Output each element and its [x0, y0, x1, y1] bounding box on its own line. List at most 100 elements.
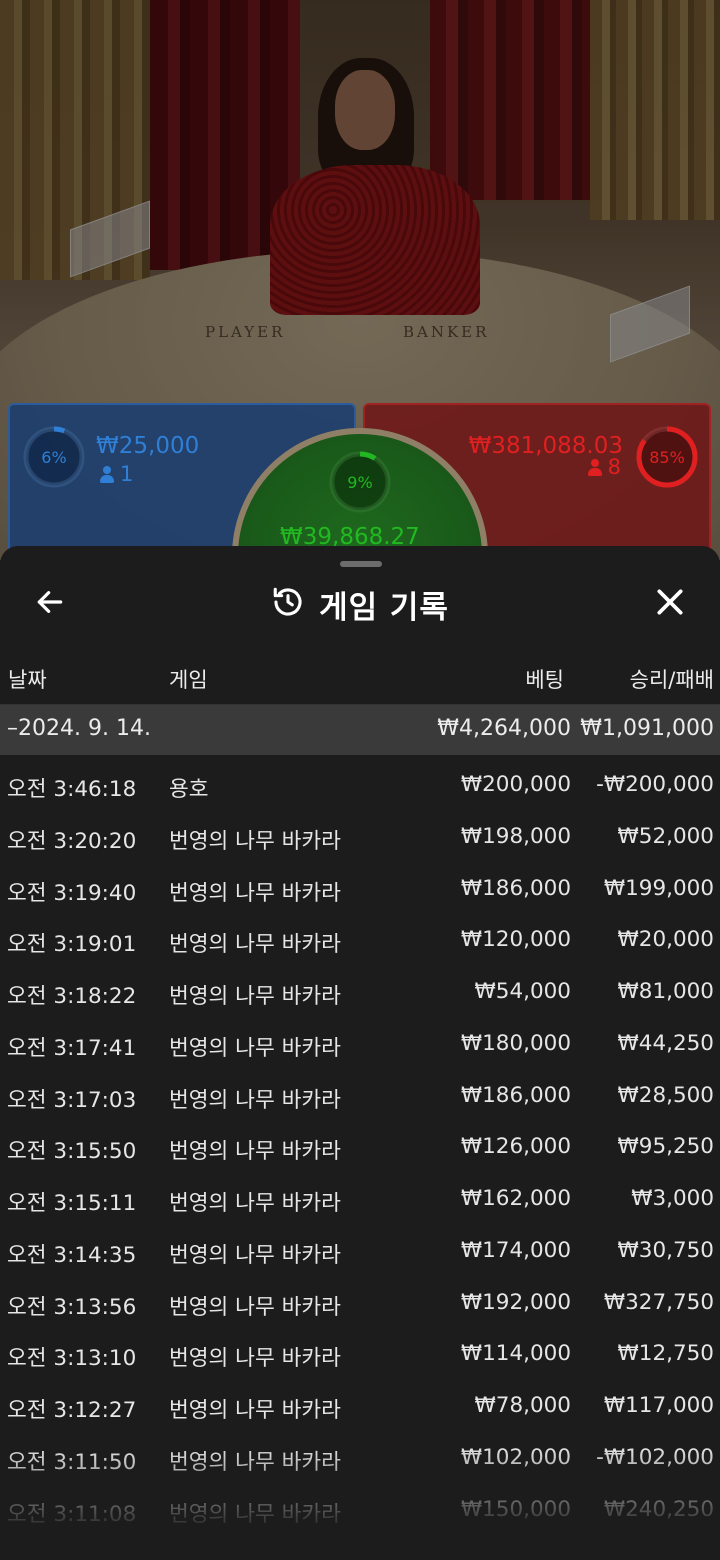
history-row[interactable]: 오전 3:19:40 번영의 나무 바카라 ₩186,000 ₩199,000 [0, 864, 720, 916]
person-icon [587, 458, 602, 476]
history-row[interactable]: 오전 3:18:22 번영의 나무 바카라 ₩54,000 ₩81,000 [0, 967, 720, 1019]
close-icon [654, 586, 686, 622]
tie-percent: 9% [347, 472, 373, 492]
banker-player-count: 8 [587, 455, 621, 479]
row-game: 번영의 나무 바카라 [169, 828, 341, 854]
history-row[interactable]: 오전 3:14:35 번영의 나무 바카라 ₩174,000 ₩30,750 [0, 1226, 720, 1278]
row-bet: ₩198,000 [460, 823, 571, 849]
row-result: ₩81,000 [617, 979, 715, 1004]
sheet-header: 게임 기록 [0, 580, 720, 628]
row-result: -₩102,000 [596, 1444, 714, 1470]
player-percent: 6% [41, 447, 67, 467]
row-game: 번영의 나무 바카라 [169, 1294, 341, 1320]
row-bet: ₩174,000 [460, 1237, 571, 1263]
back-button[interactable] [26, 580, 74, 628]
row-time: 오전 3:12:27 [7, 1398, 137, 1423]
row-time: 오전 3:14:35 [7, 1242, 137, 1268]
banker-percent-ring: 85% [635, 425, 699, 489]
game-history-sheet: 게임 기록 날짜 게임 베팅 승리/패배 –2024. 9. 14. ₩4,26… [0, 546, 720, 1560]
row-bet: ₩180,000 [460, 1030, 571, 1056]
row-bet: ₩150,000 [460, 1496, 571, 1522]
date-group-row[interactable]: –2024. 9. 14. ₩4,264,000 ₩1,091,000 [0, 705, 720, 755]
row-bet: ₩102,000 [460, 1444, 571, 1470]
close-button[interactable] [646, 580, 694, 628]
row-game: 번영의 나무 바카라 [169, 932, 341, 958]
row-result: -₩200,000 [596, 772, 714, 797]
sheet-title: 게임 기록 [319, 589, 449, 626]
row-time: 오전 3:13:56 [7, 1294, 137, 1320]
column-header-result: 승리/패배 [629, 668, 714, 692]
history-row[interactable]: 오전 3:13:10 번영의 나무 바카라 ₩114,000 ₩12,750 [0, 1329, 720, 1381]
history-row[interactable]: 오전 3:17:03 번영의 나무 바카라 ₩186,000 ₩28,500 [0, 1071, 720, 1123]
row-game: 번영의 나무 바카라 [169, 1398, 341, 1423]
row-game: 번영의 나무 바카라 [169, 1035, 341, 1061]
row-game: 번영의 나무 바카라 [169, 1191, 341, 1216]
row-time: 오전 3:11:50 [7, 1449, 137, 1475]
row-bet: ₩186,000 [460, 1082, 571, 1108]
column-header-bet: 베팅 [525, 668, 564, 692]
row-time: 오전 3:11:08 [7, 1501, 137, 1527]
row-result: ₩20,000 [617, 927, 715, 953]
row-result: ₩95,250 [617, 1134, 715, 1160]
history-row[interactable]: 오전 3:15:50 번영의 나무 바카라 ₩126,000 ₩95,250 [0, 1122, 720, 1174]
history-row[interactable]: 오전 3:20:20 번영의 나무 바카라 ₩198,000 ₩52,000 [0, 812, 720, 864]
row-result: ₩199,000 [603, 875, 714, 901]
row-result: ₩52,000 [617, 823, 715, 849]
drag-handle[interactable] [340, 561, 382, 567]
row-bet: ₩192,000 [460, 1289, 571, 1315]
row-result: ₩28,500 [617, 1082, 715, 1108]
row-time: 오전 3:15:11 [7, 1191, 137, 1216]
row-time: 오전 3:17:03 [7, 1087, 137, 1113]
row-game: 번영의 나무 바카라 [169, 1242, 341, 1268]
row-game: 번영의 나무 바카라 [169, 1501, 341, 1527]
row-bet: ₩126,000 [460, 1134, 571, 1160]
row-bet: ₩78,000 [474, 1393, 572, 1418]
banker-count-value: 8 [607, 455, 621, 479]
history-row[interactable]: 오전 3:15:11 번영의 나무 바카라 ₩162,000 ₩3,000 [0, 1174, 720, 1226]
row-result: ₩327,750 [603, 1289, 714, 1315]
date-group-label: –2024. 9. 14. [7, 716, 151, 741]
row-time: 오전 3:19:01 [7, 932, 137, 958]
row-result: ₩240,250 [603, 1496, 714, 1522]
row-result: ₩44,250 [617, 1030, 715, 1056]
tie-percent-ring: 9% [328, 450, 392, 514]
banker-percent: 85% [649, 447, 685, 467]
column-header-game: 게임 [169, 668, 208, 692]
history-row[interactable]: 오전 3:11:08 번영의 나무 바카라 ₩150,000 ₩240,250 [0, 1485, 720, 1537]
history-row[interactable]: 오전 3:12:27 번영의 나무 바카라 ₩78,000 ₩117,000 [0, 1381, 720, 1433]
row-bet: ₩120,000 [460, 927, 571, 953]
row-bet: ₩114,000 [460, 1341, 571, 1367]
row-game: 번영의 나무 바카라 [169, 1087, 341, 1113]
arrow-left-icon [34, 586, 66, 622]
player-bet-amount: ₩25,000 [96, 433, 200, 459]
row-game: 번영의 나무 바카라 [169, 984, 341, 1009]
player-percent-ring: 6% [22, 425, 86, 489]
row-game: 번영의 나무 바카라 [169, 1139, 341, 1165]
row-game: 번영의 나무 바카라 [169, 1449, 341, 1475]
row-result: ₩12,750 [617, 1341, 715, 1367]
history-row[interactable]: 오전 3:17:41 번영의 나무 바카라 ₩180,000 ₩44,250 [0, 1019, 720, 1071]
history-row[interactable]: 오전 3:11:50 번영의 나무 바카라 ₩102,000 -₩102,000 [0, 1433, 720, 1485]
history-row[interactable]: 오전 3:19:01 번영의 나무 바카라 ₩120,000 ₩20,000 [0, 915, 720, 967]
row-time: 오전 3:46:18 [7, 777, 137, 802]
date-group-bet-total: ₩4,264,000 [437, 716, 571, 741]
row-time: 오전 3:18:22 [7, 984, 137, 1009]
row-time: 오전 3:20:20 [7, 828, 137, 854]
row-time: 오전 3:17:41 [7, 1035, 137, 1061]
row-game: 번영의 나무 바카라 [169, 880, 341, 906]
person-icon [100, 465, 114, 483]
row-time: 오전 3:19:40 [7, 880, 137, 906]
row-result: ₩3,000 [631, 1186, 714, 1211]
player-count-value: 1 [120, 462, 134, 486]
row-bet: ₩54,000 [474, 979, 572, 1004]
date-group-result-total: ₩1,091,000 [580, 716, 714, 741]
row-time: 오전 3:13:10 [7, 1346, 137, 1372]
row-bet: ₩186,000 [460, 875, 571, 901]
row-bet: ₩200,000 [460, 772, 571, 797]
history-row[interactable]: 오전 3:13:56 번영의 나무 바카라 ₩192,000 ₩327,750 [0, 1278, 720, 1330]
history-icon [271, 585, 305, 623]
history-row[interactable]: 오전 3:46:18 용호 ₩200,000 -₩200,000 [0, 760, 720, 812]
row-bet: ₩162,000 [460, 1186, 571, 1211]
player-player-count: 1 [100, 462, 133, 486]
row-result: ₩30,750 [617, 1237, 715, 1263]
